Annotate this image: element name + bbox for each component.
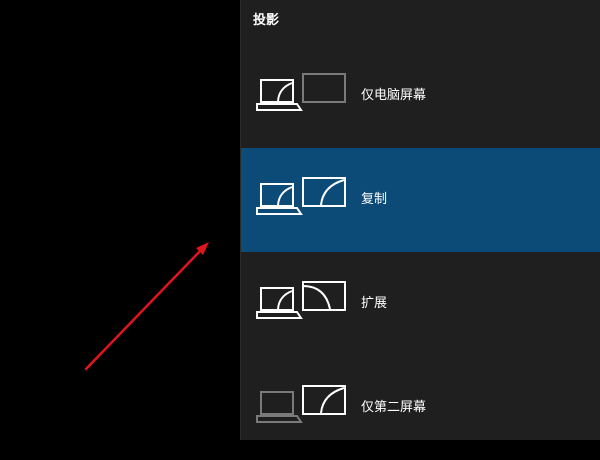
panel-title: 投影	[253, 13, 280, 28]
extend-icon	[256, 281, 346, 319]
desktop-background	[0, 0, 240, 440]
option-label: 仅第二屏幕	[361, 400, 427, 415]
second-screen-only-icon	[256, 385, 346, 423]
option-duplicate[interactable]: 复制	[241, 148, 600, 252]
option-extend[interactable]: 扩展	[241, 252, 600, 356]
option-label: 复制	[361, 192, 388, 207]
duplicate-icon	[256, 177, 346, 215]
option-pc-screen-only[interactable]: 仅电脑屏幕	[241, 44, 600, 148]
pc-screen-only-icon	[256, 73, 346, 111]
option-label: 扩展	[361, 296, 388, 311]
option-second-screen-only[interactable]: 仅第二屏幕	[241, 356, 600, 460]
project-panel: 投影 仅电脑屏幕 复制 扩展 仅第二屏幕	[240, 0, 600, 440]
option-label: 仅电脑屏幕	[361, 88, 427, 103]
red-arrow-annotation	[84, 242, 209, 371]
